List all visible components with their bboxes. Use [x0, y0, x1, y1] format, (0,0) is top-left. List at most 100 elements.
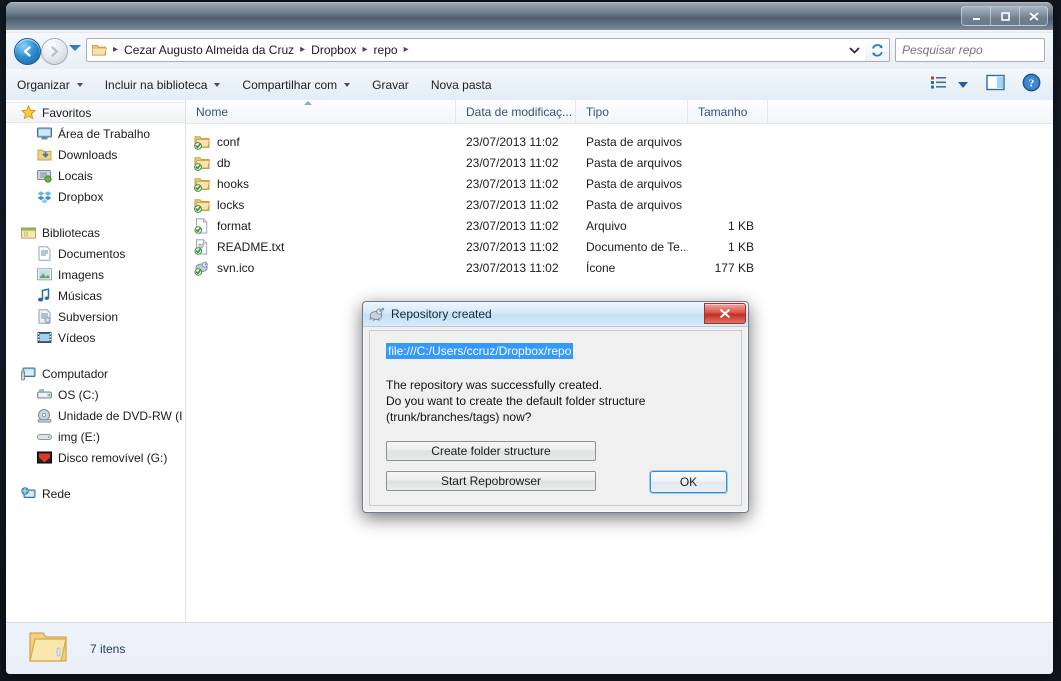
toolbar-item-compartilhar-com[interactable]: Compartilhar com — [231, 74, 361, 96]
sidebar-label: OS (C:) — [58, 387, 99, 402]
create-folder-structure-button[interactable]: Create folder structure — [386, 441, 596, 461]
column-header-tamanho[interactable]: Tamanho — [688, 100, 768, 123]
breadcrumb-item-user[interactable]: Cezar Augusto Almeida da Cruz — [121, 43, 297, 57]
preview-pane-icon[interactable] — [986, 74, 1006, 96]
desktop-icon — [36, 126, 52, 142]
table-row[interactable]: locks 23/07/2013 11:02 Pasta de arquivos — [186, 194, 1053, 215]
dialog-title-bar[interactable]: Repository created — [363, 302, 748, 327]
close-button[interactable] — [1019, 6, 1048, 26]
chevron-down-icon — [76, 82, 83, 87]
breadcrumb-item-dropbox[interactable]: Dropbox — [308, 43, 359, 57]
breadcrumb-folder-icon — [91, 42, 107, 58]
status-bar: 7 itens — [6, 622, 1053, 674]
cell-modified: 23/07/2013 11:02 — [466, 134, 559, 149]
sidebar-label: Dropbox — [58, 189, 104, 204]
folder-svn-icon — [194, 134, 210, 150]
ok-button[interactable]: OK — [650, 471, 727, 493]
view-options-chevron-down-icon[interactable] — [958, 81, 968, 88]
sidebar-label: Vídeos — [58, 330, 96, 345]
sidebar-item-rede[interactable]: Rede — [6, 483, 185, 504]
table-row[interactable]: format 23/07/2013 11:02 Arquivo 1 KB — [186, 215, 1053, 236]
toolbar-right-group: ? — [930, 73, 1053, 97]
cell-modified: 23/07/2013 11:02 — [466, 260, 559, 275]
sidebar-label: Favoritos — [42, 105, 92, 120]
sidebar-item-computador[interactable]: Computador — [6, 363, 185, 384]
toolbar-label: Compartilhar com — [242, 77, 338, 92]
window-title-bar[interactable] — [6, 2, 1053, 33]
sidebar-label: Documentos — [58, 246, 126, 261]
window-controls — [961, 6, 1048, 26]
maximize-button[interactable] — [990, 6, 1019, 26]
table-row[interactable]: db 23/07/2013 11:02 Pasta de arquivos — [186, 152, 1053, 173]
table-row[interactable]: hooks 23/07/2013 11:02 Pasta de arquivos — [186, 173, 1053, 194]
sidebar-label: Rede — [42, 486, 71, 501]
column-label: Data de modificaç... — [466, 104, 573, 119]
list-view-icon[interactable] — [930, 75, 948, 95]
search-box[interactable] — [895, 38, 1053, 62]
sidebar-item-img-e[interactable]: img (E:) — [6, 426, 185, 447]
forward-button[interactable] — [41, 38, 68, 65]
search-input[interactable] — [896, 42, 1053, 58]
file-name: db — [217, 155, 231, 170]
table-row[interactable]: svn.ico 23/07/2013 11:02 Ícone 177 KB — [186, 257, 1053, 278]
cell-type: Ícone — [586, 260, 616, 275]
sidebar-item-dvd-rw[interactable]: Unidade de DVD-RW (I — [6, 405, 185, 426]
sidebar-item-os-c[interactable]: OS (C:) — [6, 384, 185, 405]
videos-icon — [36, 330, 52, 346]
cell-name: conf — [186, 134, 456, 150]
nav-group-favoritos: Favoritos Área de Trabalho Downloads Loc… — [6, 102, 185, 207]
back-button[interactable] — [14, 38, 41, 65]
breadcrumb-item-repo[interactable]: repo — [371, 43, 401, 57]
file-rows-container: conf 23/07/2013 11:02 Pasta de arquivos db 2… — [186, 124, 1053, 278]
cell-modified: 23/07/2013 11:02 — [466, 197, 559, 212]
network-icon — [20, 486, 36, 502]
column-header-data-modificacao[interactable]: Data de modificaç... — [456, 100, 576, 123]
toolbar-item-organizar[interactable]: Organizar — [6, 74, 94, 96]
toolbar-label: Gravar — [372, 77, 409, 92]
toolbar-item-incluir-na-biblioteca[interactable]: Incluir na biblioteca — [94, 74, 232, 96]
dialog-close-button[interactable] — [704, 303, 746, 324]
sidebar-item-videos[interactable]: Vídeos — [6, 327, 185, 348]
sidebar-label: Locais — [58, 168, 93, 183]
file-name: format — [217, 218, 252, 233]
textfile-svn-icon — [194, 238, 210, 255]
repository-url-text[interactable]: file:///C:/Users/ccruz/Dropbox/repo — [386, 343, 574, 359]
computer-icon — [20, 366, 36, 382]
cell-name: README.txt — [186, 238, 456, 255]
nav-group-computador: Computador OS (C:) Unidade de DVD-RW (I — [6, 363, 185, 468]
file-name: locks — [217, 197, 245, 212]
sidebar-item-favoritos[interactable]: Favoritos — [6, 102, 185, 123]
breadcrumb[interactable]: ▸ Cezar Augusto Almeida da Cruz ▸ Dropbo… — [86, 38, 843, 62]
address-dropdown-button[interactable] — [843, 38, 865, 62]
navigation-pane[interactable]: Favoritos Área de Trabalho Downloads Loc… — [6, 100, 186, 622]
table-row[interactable]: README.txt 23/07/2013 11:02 Documento de T… — [186, 236, 1053, 257]
recent-locations-chevron-icon[interactable] — [69, 45, 81, 51]
documents-icon — [36, 246, 52, 262]
cell-modified: 23/07/2013 11:02 — [466, 239, 559, 254]
sidebar-item-disco-removivel-g[interactable]: Disco removível (G:) — [6, 447, 185, 468]
help-icon[interactable]: ? — [1022, 73, 1041, 97]
column-header-tipo[interactable]: Tipo — [576, 100, 688, 123]
column-header-nome[interactable]: Nome — [186, 100, 456, 123]
sidebar-item-bibliotecas[interactable]: Bibliotecas — [6, 222, 185, 243]
cell-name: format — [186, 217, 456, 234]
file-name: hooks — [217, 176, 250, 191]
refresh-button[interactable] — [865, 38, 890, 62]
sidebar-item-musicas[interactable]: Músicas — [6, 285, 185, 306]
sidebar-item-area-de-trabalho[interactable]: Área de Trabalho — [6, 123, 185, 144]
toolbar-item-gravar[interactable]: Gravar — [361, 74, 420, 96]
sidebar-item-locais[interactable]: Locais — [6, 165, 185, 186]
start-repobrowser-button[interactable]: Start Repobrowser — [386, 471, 596, 491]
sidebar-item-subversion[interactable]: Subversion — [6, 306, 185, 327]
cell-type: Pasta de arquivos — [586, 134, 683, 149]
minimize-button[interactable] — [961, 6, 990, 26]
sidebar-label: Downloads — [58, 147, 118, 162]
nav-group-rede: Rede — [6, 483, 185, 504]
sidebar-item-downloads[interactable]: Downloads — [6, 144, 185, 165]
back-arrow-icon — [15, 39, 40, 64]
sidebar-item-dropbox[interactable]: Dropbox — [6, 186, 185, 207]
toolbar-item-nova-pasta[interactable]: Nova pasta — [420, 74, 503, 96]
sidebar-item-imagens[interactable]: Imagens — [6, 264, 185, 285]
sidebar-item-documentos[interactable]: Documentos — [6, 243, 185, 264]
table-row[interactable]: conf 23/07/2013 11:02 Pasta de arquivos — [186, 131, 1053, 152]
